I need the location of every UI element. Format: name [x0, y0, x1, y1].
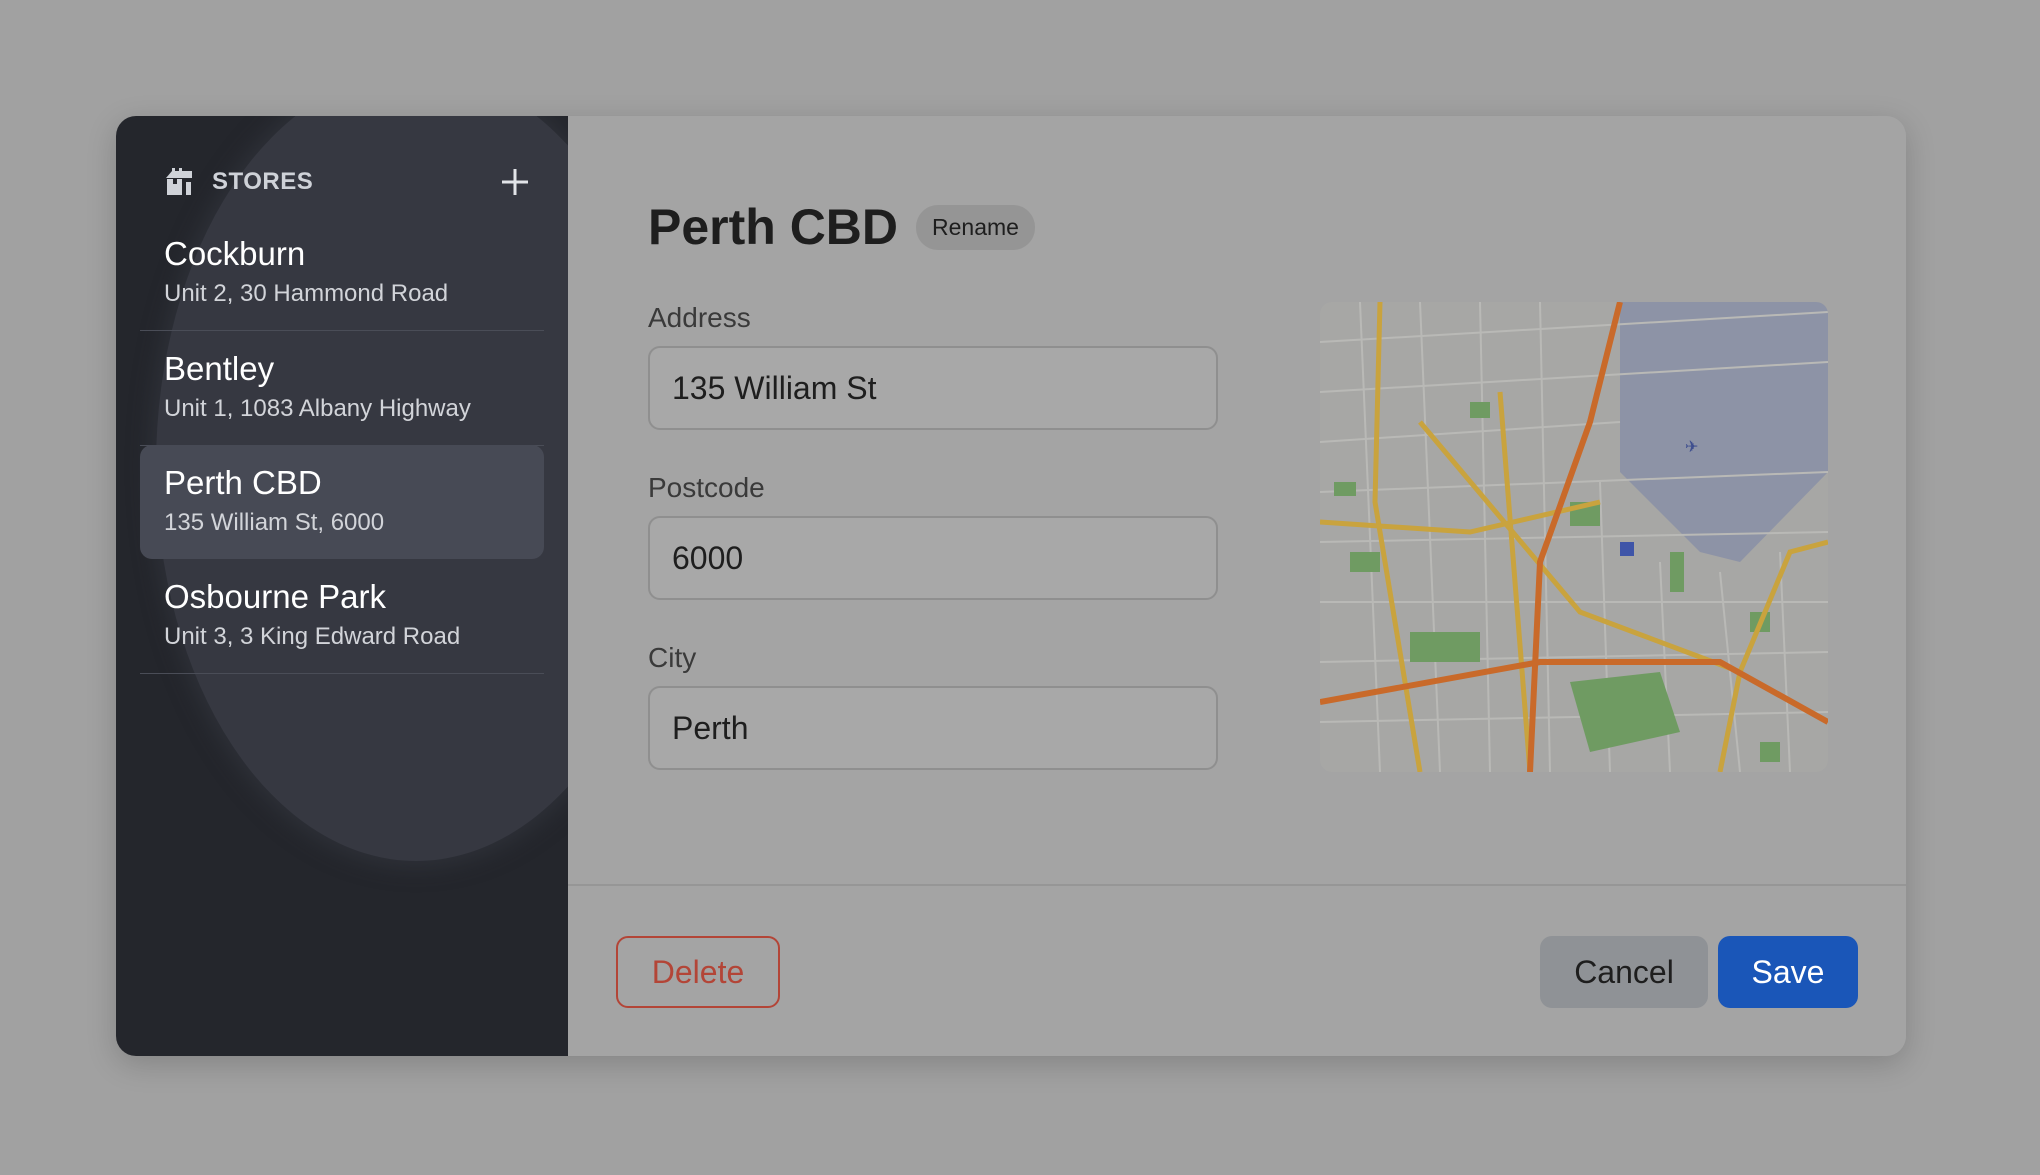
- stores-sidebar: STORES Cockburn Unit 2, 30 Hammond Road …: [116, 116, 568, 1056]
- store-address: Unit 3, 3 King Edward Road: [164, 623, 461, 650]
- sidebar-header: STORES: [116, 162, 568, 202]
- save-button[interactable]: Save: [1718, 936, 1858, 1008]
- store-address: Unit 1, 1083 Albany Highway: [164, 395, 471, 422]
- city-input[interactable]: [648, 686, 1218, 770]
- store-name: Osbourne Park: [164, 578, 386, 615]
- city-label: City: [648, 642, 697, 673]
- address-input[interactable]: [648, 346, 1218, 430]
- address-field-group: Address: [648, 302, 1218, 430]
- svg-text:✈: ✈: [1685, 437, 1698, 456]
- store-item-cockburn[interactable]: Cockburn Unit 2, 30 Hammond Road: [140, 216, 544, 331]
- add-store-button[interactable]: [498, 165, 532, 199]
- city-field-group: City: [648, 642, 1218, 770]
- postcode-field-group: Postcode: [648, 472, 1218, 600]
- detail-body: Perth CBD Rename Address Postcode City: [568, 116, 1906, 886]
- store-icon: [166, 168, 192, 195]
- page-title: Perth CBD: [648, 199, 899, 255]
- location-map[interactable]: ✈: [1320, 302, 1828, 772]
- address-label: Address: [648, 302, 751, 333]
- store-name: Cockburn: [164, 235, 306, 272]
- postcode-label: Postcode: [648, 472, 765, 503]
- store-address: 135 William St, 6000: [164, 509, 385, 536]
- store-list: Cockburn Unit 2, 30 Hammond Road Bentley…: [116, 216, 568, 674]
- dialog-footer: Delete Cancel Save: [568, 888, 1906, 1056]
- store-item-perth-cbd[interactable]: Perth CBD 135 William St, 6000: [140, 445, 544, 559]
- map-image: ✈: [1320, 302, 1828, 772]
- store-detail-panel: Perth CBD Rename Address Postcode City: [568, 116, 1906, 1056]
- sidebar-title: STORES: [212, 168, 314, 195]
- store-editor-dialog: STORES Cockburn Unit 2, 30 Hammond Road …: [116, 116, 1906, 1056]
- rename-button[interactable]: Rename: [916, 204, 1035, 250]
- store-name: Perth CBD: [164, 464, 322, 501]
- plus-icon: [502, 169, 528, 195]
- postcode-input[interactable]: [648, 516, 1218, 600]
- cancel-button[interactable]: Cancel: [1540, 936, 1708, 1008]
- delete-button[interactable]: Delete: [616, 936, 780, 1008]
- store-address: Unit 2, 30 Hammond Road: [164, 280, 449, 307]
- store-item-osbourne-park[interactable]: Osbourne Park Unit 3, 3 King Edward Road: [140, 559, 544, 674]
- store-item-bentley[interactable]: Bentley Unit 1, 1083 Albany Highway: [140, 331, 544, 446]
- store-name: Bentley: [164, 350, 275, 387]
- title-row: Perth CBD Rename: [648, 198, 1035, 256]
